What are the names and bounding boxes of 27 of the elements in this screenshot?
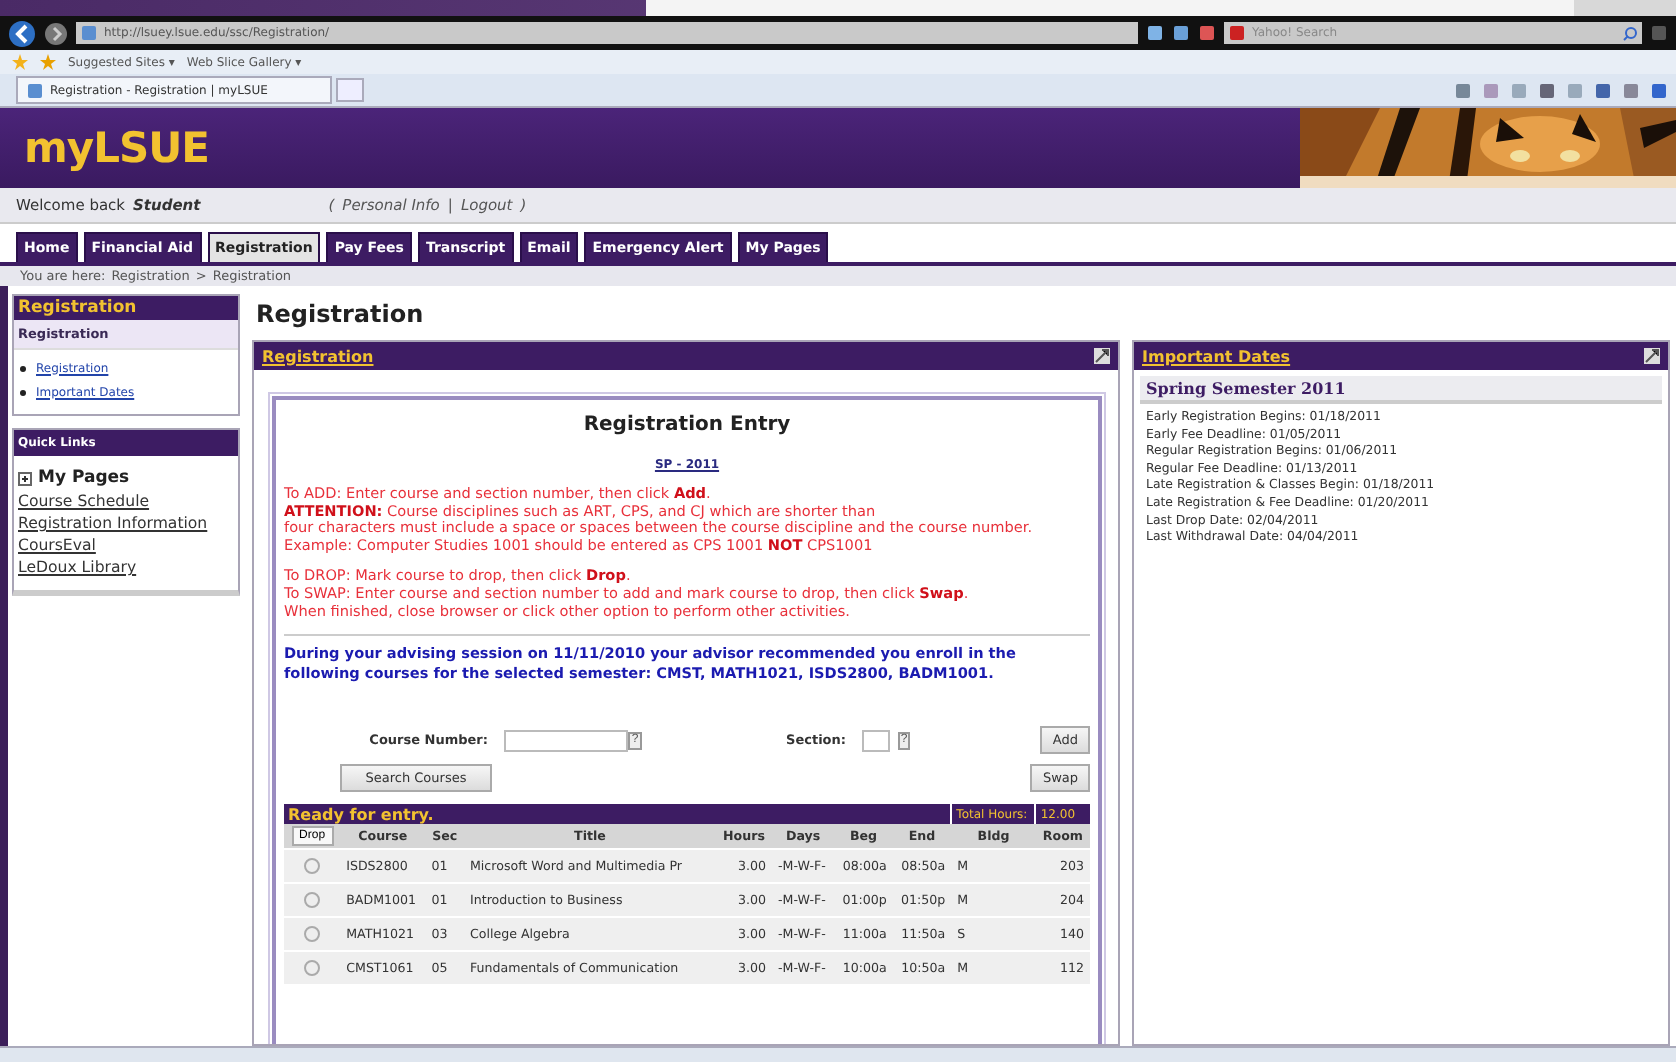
section-field[interactable] — [862, 729, 891, 752]
star-icon[interactable] — [12, 54, 28, 70]
add-favorite-icon[interactable] — [40, 54, 56, 70]
radio-button[interactable] — [304, 960, 321, 977]
stop-icon[interactable] — [1198, 24, 1216, 42]
site-logo: myLSUE — [22, 124, 209, 172]
semester-heading: Spring Semester 2011 — [1140, 376, 1662, 404]
group-label: My Pages — [38, 468, 130, 488]
maximize-icon[interactable] — [1094, 348, 1110, 364]
radio-button[interactable] — [304, 858, 321, 875]
forward-icon[interactable] — [44, 21, 68, 45]
panel-title[interactable]: Registration — [262, 347, 374, 365]
expand-icon[interactable] — [18, 471, 32, 485]
radio-button[interactable] — [304, 892, 321, 909]
page-title: Registration — [256, 300, 426, 328]
search-icon[interactable] — [1622, 25, 1638, 41]
maximize-icon[interactable] — [1644, 348, 1660, 364]
status-text: Ready for entry. — [288, 805, 434, 824]
new-tab-button[interactable] — [336, 78, 364, 102]
course-number-field[interactable] — [504, 729, 628, 752]
bullet-icon — [20, 389, 26, 395]
bullet-icon — [20, 365, 26, 371]
radio-button[interactable] — [304, 926, 321, 943]
sidebar-title: Registration — [14, 296, 238, 320]
panel-title[interactable]: Important Dates — [1142, 347, 1291, 365]
entry-title: Registration Entry — [581, 414, 793, 436]
back-icon[interactable] — [8, 19, 36, 47]
